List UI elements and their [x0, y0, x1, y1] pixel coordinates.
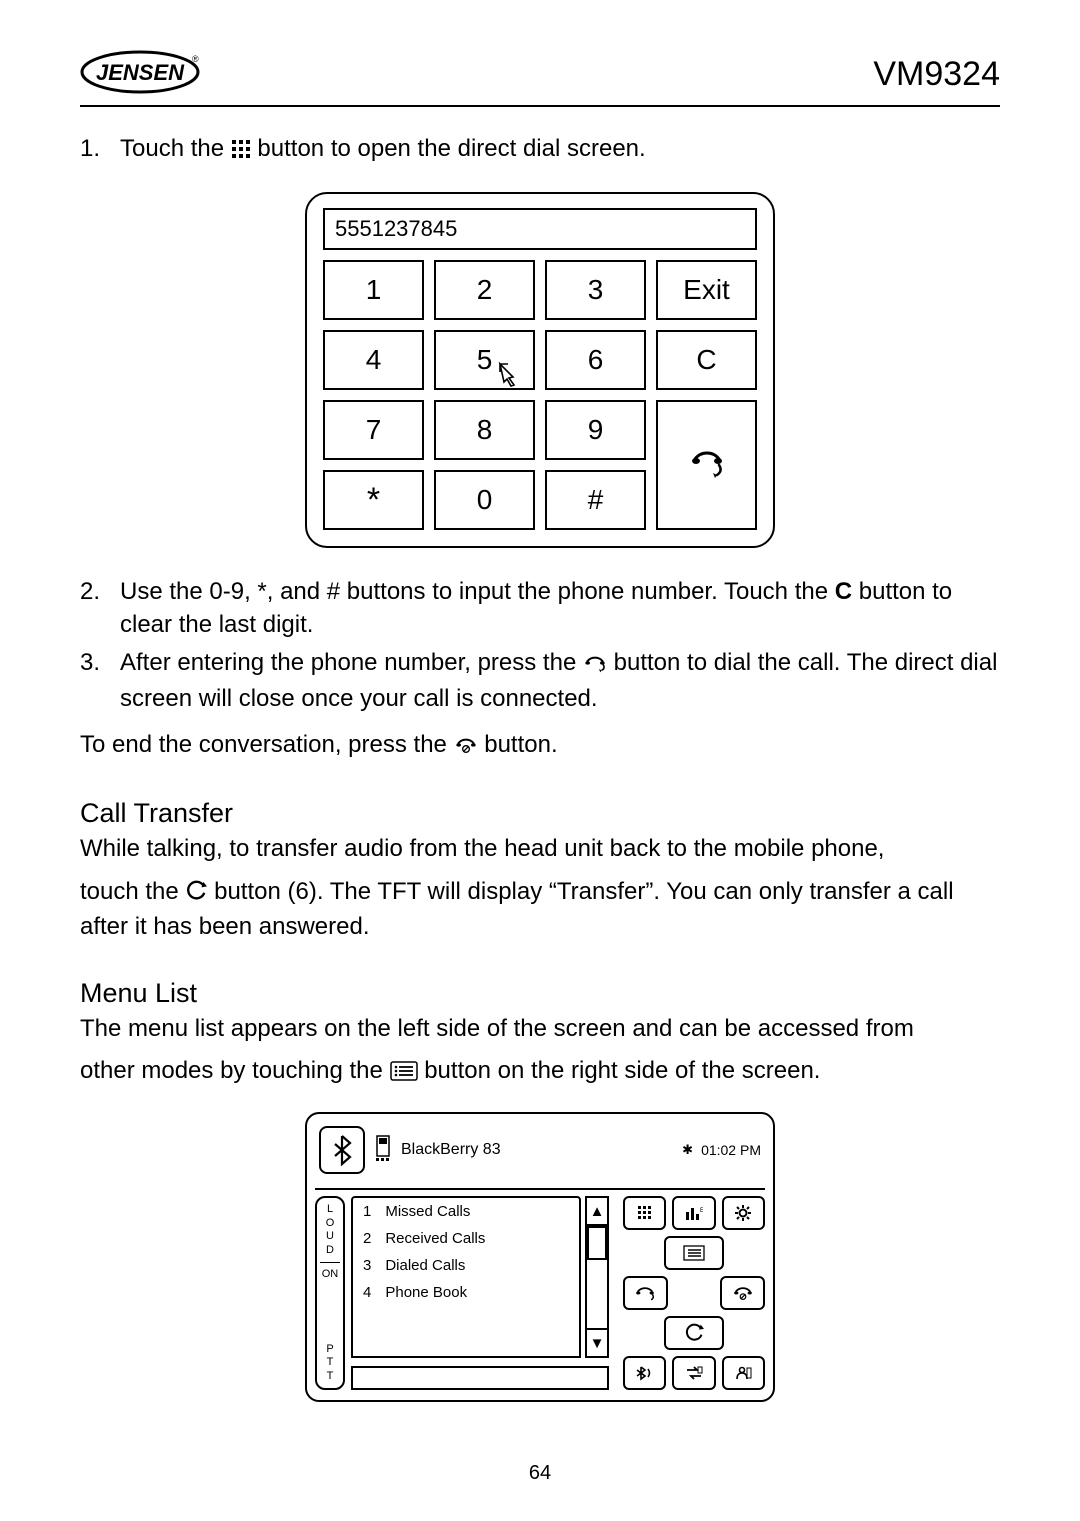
- brand-logo: JENSEN ®: [80, 50, 200, 99]
- menu-list-line1: The menu list appears on the left side o…: [80, 1013, 1000, 1045]
- key-call[interactable]: [656, 400, 757, 530]
- key-exit[interactable]: Exit: [656, 260, 757, 320]
- key-6[interactable]: 6: [545, 330, 646, 390]
- key-7[interactable]: 7: [323, 400, 424, 460]
- transfer-icon: [684, 1323, 704, 1343]
- right-panel: EQ: [615, 1196, 765, 1390]
- key-hash[interactable]: #: [545, 470, 646, 530]
- gear-icon: [734, 1204, 752, 1222]
- phone-hangup-icon: [732, 1284, 754, 1302]
- transfer-button[interactable]: [664, 1316, 724, 1350]
- call-transfer-line1: While talking, to transfer audio from th…: [80, 833, 1000, 865]
- list-menu-icon: [683, 1245, 705, 1261]
- key-2[interactable]: 2: [434, 260, 535, 320]
- heading-menu-list: Menu List: [80, 978, 1000, 1009]
- svg-text:JENSEN: JENSEN: [96, 60, 185, 85]
- contact-icon: [733, 1365, 753, 1381]
- menu-list-box: 1Missed Calls 2Received Calls 3Dialed Ca…: [351, 1196, 581, 1358]
- key-5[interactable]: 5: [434, 330, 535, 390]
- settings-button[interactable]: [722, 1196, 765, 1230]
- list-item[interactable]: 4Phone Book: [353, 1279, 579, 1306]
- step-2: 2. Use the 0-9, *, and # buttons to inpu…: [80, 576, 1000, 641]
- hangup-button[interactable]: [720, 1276, 765, 1310]
- list-button[interactable]: [664, 1236, 724, 1270]
- dialpad-figure: 5551237845 1 2 3 Exit 4 5 6 C 7 8 9: [305, 192, 775, 548]
- call-transfer-line2: touch the button (6). The TFT will displ…: [80, 876, 1000, 944]
- bluetooth-button[interactable]: [319, 1126, 365, 1174]
- dial-button[interactable]: [623, 1276, 668, 1310]
- left-column: LOUD ON PTT: [315, 1196, 345, 1390]
- phone-dial-icon: [634, 1284, 656, 1302]
- svg-text:EQ: EQ: [700, 1208, 703, 1214]
- device-name: BlackBerry 83: [401, 1141, 501, 1159]
- cursor-icon: [497, 361, 523, 394]
- contact-button[interactable]: [722, 1356, 765, 1390]
- key-star[interactable]: *: [323, 470, 424, 530]
- bluetooth-icon: [331, 1134, 353, 1166]
- phone-hangup-icon: [454, 732, 478, 764]
- list-menu-icon: [390, 1058, 418, 1090]
- bt-audio-button[interactable]: [623, 1356, 666, 1390]
- dialpad-grid-icon: [231, 136, 251, 168]
- key-4[interactable]: 4: [323, 330, 424, 390]
- key-c[interactable]: C: [656, 330, 757, 390]
- svg-text:®: ®: [192, 54, 199, 64]
- key-0[interactable]: 0: [434, 470, 535, 530]
- key-8[interactable]: 8: [434, 400, 535, 460]
- scroll-up-icon[interactable]: ▲: [585, 1196, 609, 1226]
- model-number: VM9324: [873, 55, 1000, 94]
- bt-small-icon: ✱: [682, 1142, 693, 1158]
- bt-audio-icon: [635, 1365, 655, 1381]
- phone-dial-icon: [689, 447, 725, 483]
- end-call-line: To end the conversation, press the butto…: [80, 729, 1000, 764]
- swap-icon: [684, 1365, 704, 1381]
- phone-dial-icon: [583, 650, 607, 682]
- key-1[interactable]: 1: [323, 260, 424, 320]
- page-header: JENSEN ® VM9324: [80, 50, 1000, 107]
- list-item[interactable]: 1Missed Calls: [353, 1198, 579, 1225]
- grid-button[interactable]: [623, 1196, 666, 1230]
- key-3[interactable]: 3: [545, 260, 646, 320]
- dialpad-grid-icon: [637, 1205, 653, 1221]
- menu-figure: BlackBerry 83 ✱ 01:02 PM LOUD ON PTT 1Mi…: [305, 1112, 775, 1402]
- menu-list-line2: other modes by touching the button on th…: [80, 1055, 1000, 1090]
- key-9[interactable]: 9: [545, 400, 646, 460]
- scrollbar[interactable]: ▲ ▼: [585, 1196, 609, 1358]
- list-item[interactable]: 3Dialed Calls: [353, 1252, 579, 1279]
- time-label: 01:02 PM: [701, 1142, 761, 1158]
- heading-call-transfer: Call Transfer: [80, 798, 1000, 829]
- step-3: 3. After entering the phone number, pres…: [80, 647, 1000, 715]
- page-number: 64: [0, 1462, 1080, 1485]
- signal-icon: [373, 1134, 393, 1166]
- equalizer-icon: EQ: [685, 1206, 703, 1220]
- eq-button[interactable]: EQ: [672, 1196, 715, 1230]
- swap-button[interactable]: [672, 1356, 715, 1390]
- dial-display: 5551237845: [323, 208, 757, 250]
- step-1: 1. Touch the button to open the direct d…: [80, 133, 1000, 168]
- scroll-down-icon[interactable]: ▼: [585, 1328, 609, 1358]
- bottom-strip: [351, 1366, 609, 1390]
- list-item[interactable]: 2Received Calls: [353, 1225, 579, 1252]
- transfer-icon: [185, 879, 207, 911]
